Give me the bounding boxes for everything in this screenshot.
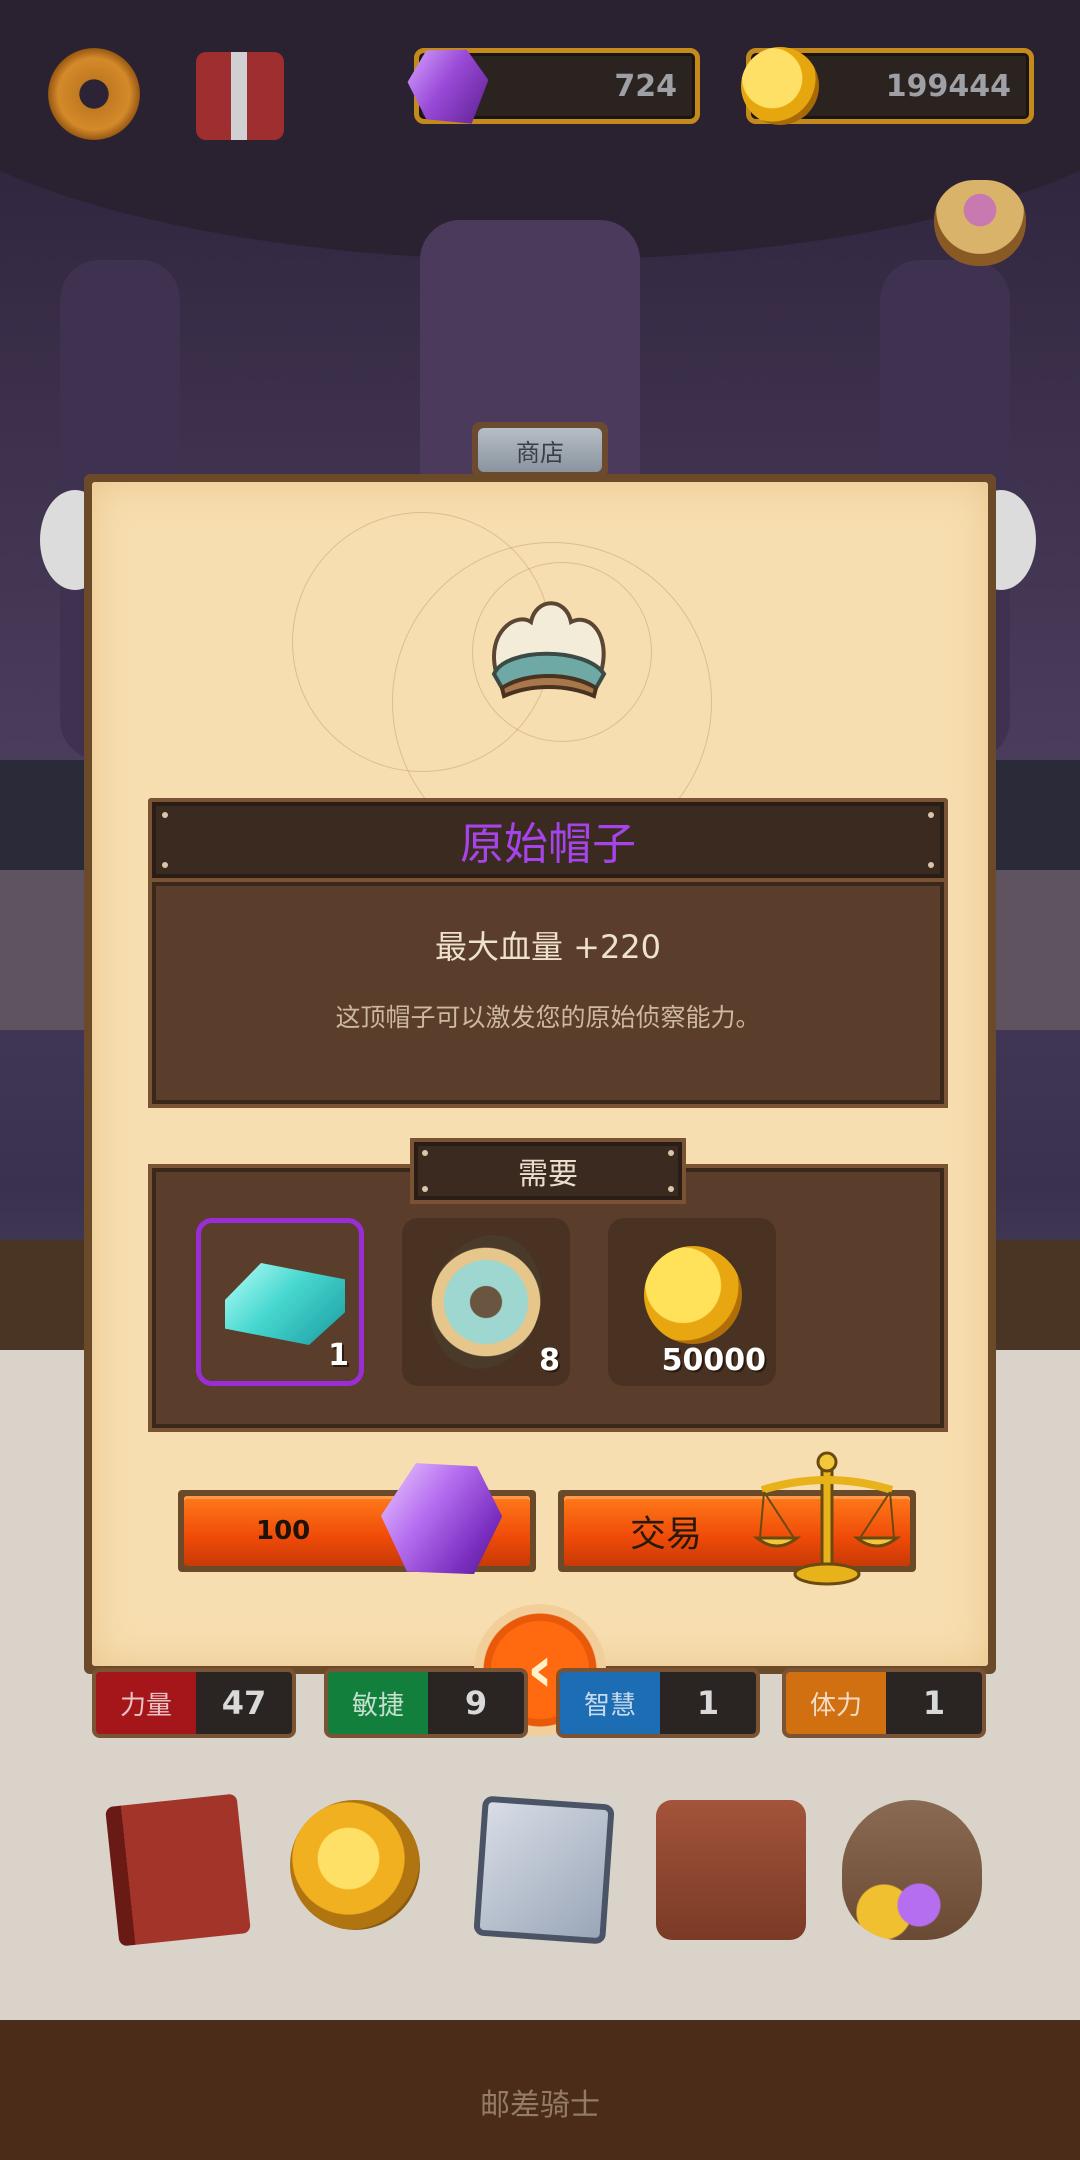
gold-coin-icon [741, 47, 819, 125]
gear-icon[interactable] [48, 48, 140, 140]
game-title: 邮差骑士 [480, 2088, 600, 2123]
trade-label: 交易 [630, 1514, 703, 1555]
shop-tab: 商店 [472, 422, 608, 478]
balance-scale-icon [752, 1451, 902, 1586]
treasure-bag-icon[interactable] [842, 1800, 982, 1940]
item-description-box: 最大血量 +220 这顶帽子可以激发您的原始侦察能力。 [148, 878, 948, 1108]
item-name: 原始帽子 [460, 819, 636, 870]
buy-price: 100 [256, 1516, 311, 1546]
shop-modal-paper: 原始帽子 最大血量 +220 这顶帽子可以激发您的原始侦察能力。 需要 1 8 … [92, 482, 988, 1666]
stat-value: 1 [922, 1684, 946, 1722]
stat-value: 9 [464, 1684, 488, 1722]
gold-coin-icon [644, 1246, 742, 1344]
requirement-count: 8 [539, 1343, 560, 1378]
requirement-slot-ingot[interactable]: 1 [196, 1218, 364, 1386]
gem-count: 724 [614, 68, 677, 104]
requirements-label: 需要 [410, 1138, 686, 1204]
crystal-ingot-icon [225, 1263, 345, 1345]
coin-count: 199444 [885, 68, 1011, 104]
requirements-label-text: 需要 [518, 1157, 578, 1192]
purple-gem-icon [403, 41, 496, 134]
requirement-count: 50000 [661, 1343, 766, 1378]
stat-label: 体力 [786, 1672, 886, 1734]
stat-label: 力量 [96, 1672, 196, 1734]
shield-part-icon [413, 1220, 559, 1384]
primitive-hat-icon [491, 601, 607, 699]
stat-strength: 力量 47 [92, 1668, 296, 1738]
shop-modal: 原始帽子 最大血量 +220 这顶帽子可以激发您的原始侦察能力。 需要 1 8 … [84, 474, 996, 1674]
requirement-slot-shield-part[interactable]: 8 [402, 1218, 570, 1386]
gem-counter: 724 [414, 48, 700, 124]
loot-bag-icon[interactable] [934, 180, 1026, 266]
star-medal-icon[interactable] [290, 1800, 420, 1930]
coin-counter: 199444 [741, 47, 1034, 125]
stat-wisdom: 智慧 1 [556, 1668, 760, 1738]
stat-stamina: 体力 1 [782, 1668, 986, 1738]
requirement-count: 1 [328, 1338, 349, 1373]
cards-icon[interactable] [473, 1795, 615, 1945]
item-stat: 最大血量 +220 [434, 928, 662, 966]
item-description: 这顶帽子可以激发您的原始侦察能力。 [335, 1003, 761, 1032]
item-name-bar: 原始帽子 [148, 798, 948, 882]
backpack-icon[interactable] [656, 1800, 806, 1940]
back-arrow-icon: ‹ [526, 1633, 554, 1707]
stat-value: 47 [221, 1684, 267, 1722]
stat-label: 智慧 [560, 1672, 660, 1734]
requirement-slot-coins[interactable]: 50000 [608, 1218, 776, 1386]
stat-agility: 敏捷 9 [324, 1668, 528, 1738]
spellbook-icon[interactable] [105, 1793, 251, 1947]
gift-box-icon[interactable] [196, 52, 284, 140]
stat-value: 1 [696, 1684, 720, 1722]
stat-label: 敏捷 [328, 1672, 428, 1734]
shop-tab-label: 商店 [478, 428, 602, 472]
